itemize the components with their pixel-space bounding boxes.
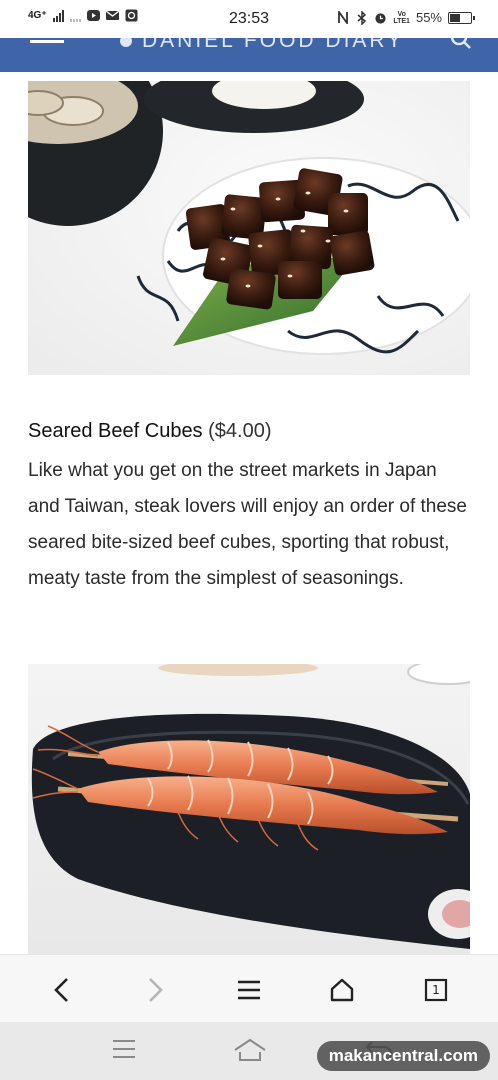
battery-level	[450, 13, 460, 22]
hamburger-menu-button[interactable]	[30, 38, 64, 46]
recents-icon	[113, 1040, 135, 1058]
browser-toolbar: 1	[0, 954, 498, 1022]
watermark: makancentral.com	[316, 1041, 490, 1071]
system-home-button[interactable]	[233, 1038, 266, 1064]
bluetooth-icon	[355, 10, 368, 25]
tabs-icon	[424, 978, 448, 1002]
dish-heading: Seared Beef Cubes ($4.00)	[28, 419, 478, 443]
search-button[interactable]	[450, 38, 472, 50]
back-button[interactable]	[45, 973, 79, 1007]
site-title[interactable]: DANIEL FOOD DIARY	[120, 38, 404, 53]
status-bar: 4G⁺ 23:53 Vo LTE1 55%	[0, 0, 498, 38]
battery-percent: 55%	[415, 10, 442, 25]
search-icon	[450, 38, 471, 49]
system-home-icon	[234, 1038, 266, 1061]
dish-name: Seared Beef Cubes	[28, 420, 203, 442]
menu-button[interactable]	[232, 973, 266, 1007]
grilled-prawns-photo	[28, 664, 470, 954]
dish-description: Like what you get on the street markets …	[28, 460, 468, 589]
nfc-icon	[336, 11, 349, 24]
volte-indicator: Vo LTE1	[393, 10, 410, 25]
forward-button[interactable]	[138, 973, 172, 1007]
menu-icon	[238, 980, 260, 1000]
home-button[interactable]	[325, 973, 359, 1007]
status-right: Vo LTE1 55%	[336, 10, 475, 25]
battery-icon	[448, 11, 475, 24]
dish-price: ($4.00)	[208, 420, 272, 442]
forward-icon	[149, 978, 163, 1002]
home-icon	[330, 978, 354, 1002]
site-header: DANIEL FOOD DIARY	[0, 38, 498, 72]
tabs-button[interactable]: 1	[419, 973, 453, 1007]
alarm-icon	[374, 11, 387, 24]
back-icon	[54, 978, 68, 1002]
recents-button[interactable]	[110, 1038, 140, 1064]
beef-cubes-photo	[28, 81, 470, 375]
article-content: Seared Beef Cubes ($4.00) Like what you …	[0, 72, 498, 954]
